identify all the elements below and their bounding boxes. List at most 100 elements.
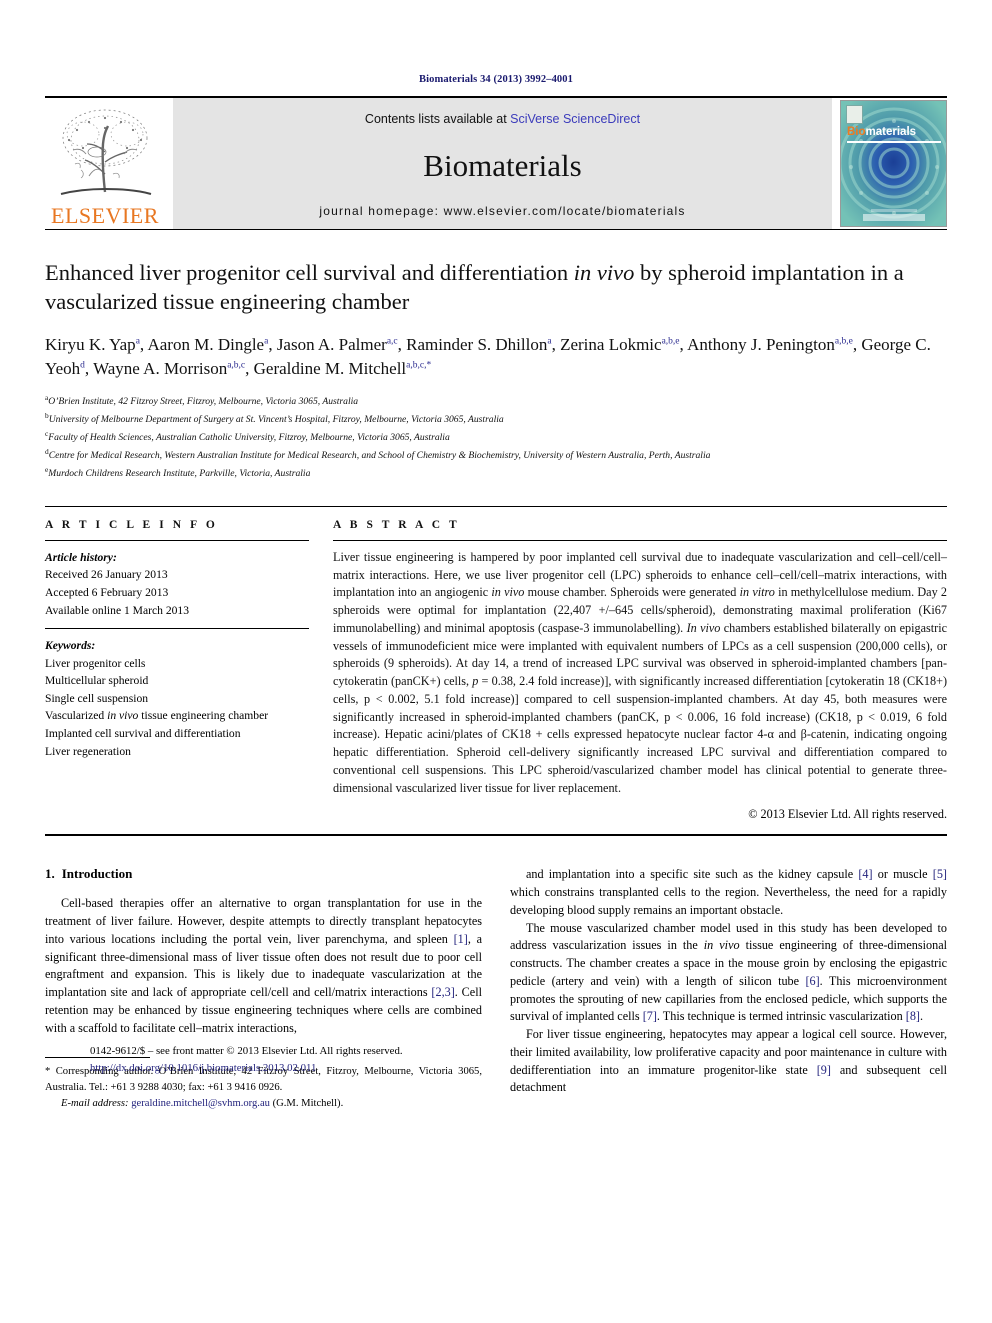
article-history-list: Received 26 January 2013 Accepted 6 Febru… bbox=[45, 566, 309, 619]
article-history-item: Received 26 January 2013 bbox=[45, 568, 168, 582]
title-part-1: Enhanced liver progenitor cell survival … bbox=[45, 260, 574, 285]
journal-title: Biomaterials bbox=[423, 147, 582, 183]
section-number: 1. bbox=[45, 866, 55, 882]
title-italic: in vivo bbox=[573, 260, 635, 285]
author-affiliation-marker: a,c bbox=[386, 335, 398, 346]
journal-homepage-link[interactable]: journal homepage: www.elsevier.com/locat… bbox=[319, 204, 685, 218]
affiliation-item: eMurdoch Childrens Research Institute, P… bbox=[45, 464, 947, 482]
abstract-copyright: © 2013 Elsevier Ltd. All rights reserved… bbox=[748, 807, 947, 822]
keyword-item: Implanted cell survival and differentiat… bbox=[45, 727, 241, 741]
author-name: Anthony J. Penington bbox=[687, 334, 835, 354]
abstract-heading: A B S T R A C T bbox=[333, 518, 460, 531]
cover-publisher-badge bbox=[846, 105, 863, 124]
introduction-right-text: and implantation into a specific site su… bbox=[510, 866, 947, 1097]
affiliation-item: cFaculty of Health Sciences, Australian … bbox=[45, 428, 947, 446]
author-name: Jason A. Palmer bbox=[276, 334, 387, 354]
email-note: E-mail address: geraldine.mitchell@svhm.… bbox=[45, 1096, 482, 1112]
info-abstract-block: A R T I C L E I N F O Article history: R… bbox=[45, 505, 947, 823]
author-affiliation-marker: a,b,c,* bbox=[406, 359, 432, 370]
cover-title-materials: materials bbox=[865, 126, 917, 138]
author-affiliation-marker: d bbox=[80, 359, 85, 370]
author-list: Kiryu K. Yapa, Aaron M. Dinglea, Jason A… bbox=[45, 334, 931, 378]
article-history-label: Article history: bbox=[45, 550, 117, 564]
journal-masthead: ELSEVIER Contents lists available at Sci… bbox=[45, 96, 947, 229]
article-info-column: A R T I C L E I N F O Article history: R… bbox=[45, 519, 309, 823]
elsevier-wordmark: ELSEVIER bbox=[51, 203, 159, 228]
article-info-heading: A R T I C L E I N F O bbox=[45, 518, 218, 531]
keyword-item: Vascularized in vivo tissue engineering … bbox=[45, 709, 269, 723]
affiliation-text: Murdoch Childrens Research Institute, Pa… bbox=[48, 468, 311, 480]
abstract-column: A B S T R A C T Liver tissue engineering… bbox=[333, 519, 947, 823]
contents-band: Contents lists available at SciVerse Sci… bbox=[173, 98, 832, 229]
keyword-item: Liver regeneration bbox=[45, 744, 131, 758]
affiliation-text: University of Melbourne Department of Su… bbox=[48, 413, 504, 425]
journal-article-page: Biomaterials 34 (2013) 3992–4001 ELSEVIE… bbox=[0, 0, 992, 1323]
affiliation-item: bUniversity of Melbourne Department of S… bbox=[45, 410, 947, 428]
elsevier-tree-icon bbox=[53, 104, 157, 204]
sciencedirect-link[interactable]: SciVerse ScienceDirect bbox=[510, 112, 640, 126]
citation-ref[interactable]: [2,3] bbox=[431, 985, 454, 999]
body-paragraph: The mouse vascularized chamber model use… bbox=[510, 920, 947, 1024]
affiliation-text: Centre for Medical Research, Western Aus… bbox=[48, 450, 711, 462]
author-name: Aaron M. Dingle bbox=[147, 334, 265, 354]
article-history-item: Available online 1 March 2013 bbox=[45, 603, 190, 617]
email-label: E-mail address: bbox=[61, 1098, 129, 1110]
author-affiliation-marker: a,b,c bbox=[227, 359, 246, 370]
front-matter-line: 0142-9612/$ – see front matter © 2013 El… bbox=[90, 1045, 403, 1058]
email-owner: (G.M. Mitchell). bbox=[272, 1098, 344, 1110]
section-title: Introduction bbox=[61, 866, 133, 882]
doi-link[interactable]: http://dx.doi.org/10.1016/j.biomaterials… bbox=[90, 1060, 510, 1076]
cover-title-bio: Bio bbox=[847, 126, 866, 138]
introduction-left-text: Cell-based therapies offer an alternativ… bbox=[45, 895, 482, 1037]
article-history-item: Accepted 6 February 2013 bbox=[45, 585, 169, 599]
page-title: Enhanced liver progenitor cell survival … bbox=[45, 258, 947, 317]
author-name: Wayne A. Morrison bbox=[93, 358, 228, 378]
author-affiliation-marker: a,b,e bbox=[834, 335, 853, 346]
author-name: Zerina Lokmic bbox=[560, 334, 662, 354]
abstract-rule bbox=[333, 539, 947, 541]
cover-footer-bar bbox=[863, 214, 925, 221]
cover-rule bbox=[847, 141, 941, 143]
article-info-rule bbox=[45, 539, 309, 541]
email-link[interactable]: geraldine.mitchell@svhm.org.au bbox=[131, 1098, 270, 1109]
citation-ref[interactable]: [9] bbox=[817, 1063, 831, 1077]
citation-ref[interactable]: [8] bbox=[906, 1009, 920, 1023]
author-affiliation-marker: a bbox=[264, 335, 269, 346]
body-column-right: and implantation into a specific site su… bbox=[510, 866, 947, 1112]
affiliation-item: aO’Brien Institute, 42 Fitzroy Street, F… bbox=[45, 392, 947, 410]
keywords-list: Liver progenitor cells Multicellular sphe… bbox=[45, 655, 309, 761]
citation-ref[interactable]: [4] bbox=[858, 867, 872, 881]
body-paragraph: Cell-based therapies offer an alternativ… bbox=[45, 896, 482, 1035]
cover-title: Biomaterials bbox=[847, 126, 917, 139]
masthead-bottom-rule bbox=[45, 229, 947, 230]
body-columns: 1. Introduction Cell-based therapies offe… bbox=[45, 866, 947, 1112]
citation-ref[interactable]: [6] bbox=[805, 974, 819, 988]
citation-ref[interactable]: [7] bbox=[643, 1009, 657, 1023]
page-footer: 0142-9612/$ – see front matter © 2013 El… bbox=[90, 1043, 510, 1076]
running-head: Biomaterials 34 (2013) 3992–4001 bbox=[419, 74, 573, 85]
keyword-item: Liver progenitor cells bbox=[45, 656, 146, 670]
author-name: Kiryu K. Yap bbox=[45, 334, 136, 354]
affiliation-list: aO’Brien Institute, 42 Fitzroy Street, F… bbox=[45, 392, 947, 482]
citation-ref[interactable]: [5] bbox=[933, 867, 947, 881]
abstract-text: Liver tissue engineering is hampered by … bbox=[333, 549, 948, 795]
affiliation-text: O’Brien Institute, 42 Fitzroy Street, Fi… bbox=[48, 395, 359, 407]
author-name: Geraldine M. Mitchell bbox=[253, 358, 407, 378]
journal-cover-thumbnail: Biomaterials bbox=[840, 100, 947, 227]
elsevier-logo: ELSEVIER bbox=[45, 98, 165, 229]
body-paragraph: and implantation into a specific site su… bbox=[510, 867, 947, 917]
section-heading-introduction: 1. Introduction bbox=[45, 866, 482, 882]
contents-prefix: Contents lists available at bbox=[364, 112, 511, 126]
keyword-item: Single cell suspension bbox=[45, 691, 149, 705]
author-name: Raminder S. Dhillon bbox=[406, 334, 548, 354]
affiliation-item: dCentre for Medical Research, Western Au… bbox=[45, 446, 947, 464]
citation-ref[interactable]: [1] bbox=[454, 932, 468, 946]
author-affiliation-marker: a,b,e bbox=[661, 335, 680, 346]
abstract-bottom-rule bbox=[45, 834, 947, 837]
body-column-left: 1. Introduction Cell-based therapies offe… bbox=[45, 866, 482, 1112]
contents-available-line: Contents lists available at SciVerse Sci… bbox=[365, 112, 640, 126]
author-affiliation-marker: a bbox=[547, 335, 552, 346]
author-affiliation-marker: a bbox=[135, 335, 140, 346]
keywords-label: Keywords: bbox=[45, 639, 96, 653]
affiliation-text: Faculty of Health Sciences, Australian C… bbox=[48, 432, 450, 444]
